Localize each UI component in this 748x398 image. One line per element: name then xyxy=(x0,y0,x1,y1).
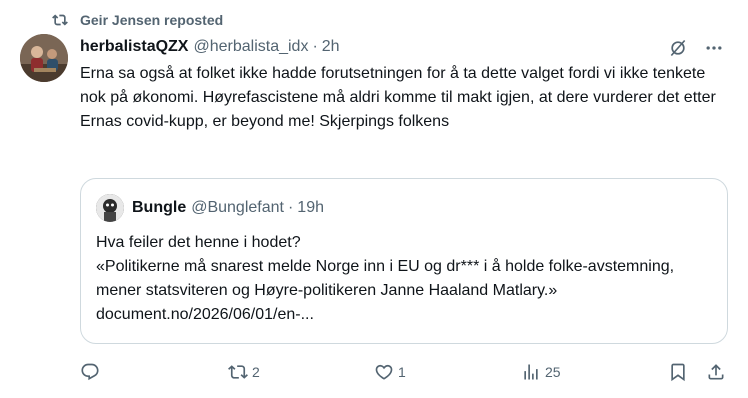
repost-label: Geir Jensen reposted xyxy=(80,12,224,28)
author-handle[interactable]: @herbalista_idx xyxy=(193,38,308,56)
quoted-author-handle: @Bunglefant xyxy=(191,199,284,216)
tweet-time[interactable]: 2h xyxy=(322,38,340,56)
action-bar: 2 1 25 xyxy=(80,358,732,386)
share-icon xyxy=(708,364,724,380)
reply-button[interactable] xyxy=(80,358,104,386)
separator-dot: · xyxy=(287,199,294,216)
quoted-author-name: Bungle xyxy=(132,199,187,216)
author-avatar[interactable] xyxy=(20,34,68,82)
tweet-text: Erna sa også at folket ikke hadde foruts… xyxy=(80,65,716,130)
quoted-tweet-text: Hva feiler det henne i hodet? «Politiker… xyxy=(96,234,675,323)
quoted-tweet-time: 19h xyxy=(297,199,324,216)
repost-button[interactable]: 2 xyxy=(228,358,260,386)
views-icon xyxy=(524,364,538,380)
separator-dot: · xyxy=(312,38,318,55)
grok-icon xyxy=(670,39,686,57)
bookmark-button[interactable] xyxy=(668,358,688,386)
like-button[interactable]: 1 xyxy=(374,358,406,386)
repost-icon xyxy=(52,14,68,26)
views-button[interactable]: 25 xyxy=(521,358,561,386)
views-count: 25 xyxy=(545,364,561,380)
more-options-button[interactable] xyxy=(700,34,728,62)
tweet-header: herbalistaQZX @herbalista_idx · 2h xyxy=(80,36,728,58)
grok-button[interactable] xyxy=(664,34,692,62)
reply-icon xyxy=(81,363,99,381)
quoted-tweet[interactable]: Bungle @Bunglefant · 19h Hva feiler det … xyxy=(80,178,728,344)
quoted-author-avatar xyxy=(96,194,124,222)
repost-indicator[interactable]: Geir Jensen reposted xyxy=(52,10,223,30)
heart-icon xyxy=(375,364,393,380)
quoted-tweet-header: Bungle @Bunglefant · 19h xyxy=(96,193,324,223)
repost-count: 2 xyxy=(252,364,260,380)
like-count: 1 xyxy=(398,364,406,380)
more-icon xyxy=(706,46,722,50)
author-name[interactable]: herbalistaQZX xyxy=(80,38,188,56)
repost-icon xyxy=(228,365,248,379)
share-button[interactable] xyxy=(706,358,726,386)
bookmark-icon xyxy=(671,363,685,382)
